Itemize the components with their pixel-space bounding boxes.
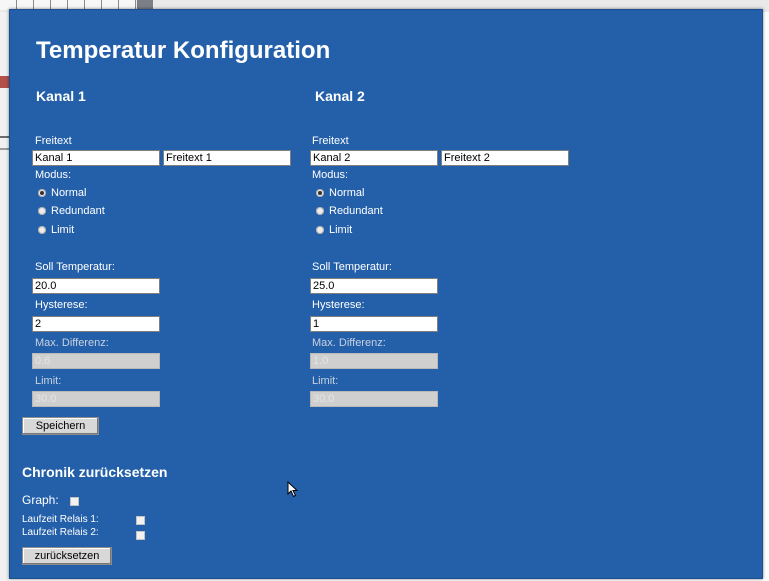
mode-label: Normal: [51, 187, 87, 199]
channel-1-modus-label: Modus:: [35, 169, 72, 181]
channel-2-limit-input: [310, 391, 438, 407]
channel-1-mode-normal-radio[interactable]: Normal: [38, 187, 86, 199]
radio-checked-icon: [38, 189, 46, 197]
channel-2-modus-label: Modus:: [312, 169, 349, 181]
channel-2-heading: Kanal 2: [315, 88, 365, 104]
radio-icon: [38, 226, 46, 234]
channel-2-soll-label: Soll Temperatur:: [312, 261, 392, 273]
channel-2-name-input[interactable]: [310, 150, 438, 166]
mode-label: Normal: [329, 187, 365, 199]
background-line: [0, 136, 9, 138]
channel-2-limit-label: Limit:: [312, 375, 339, 387]
channel-2-freitext-input[interactable]: [441, 150, 569, 166]
radio-checked-icon: [316, 189, 324, 197]
channel-2-maxdiff-label: Max. Differenz:: [312, 337, 386, 349]
radio-icon: [38, 207, 46, 215]
mouse-cursor-icon: [287, 481, 299, 498]
chronik-heading: Chronik zurücksetzen: [22, 464, 168, 480]
channel-1-maxdiff-input: [32, 353, 160, 369]
channel-2-freitext-label: Freitext: [312, 135, 349, 147]
relais-1-checkbox[interactable]: [136, 516, 145, 525]
channel-1-hysterese-label: Hysterese:: [35, 299, 88, 311]
channel-2-mode-redundant-radio[interactable]: Redundant: [316, 205, 383, 217]
reset-button[interactable]: zurücksetzen: [22, 547, 112, 565]
channel-2-maxdiff-input: [310, 353, 438, 369]
channel-2-hysterese-label: Hysterese:: [312, 299, 365, 311]
channel-1-heading: Kanal 1: [36, 88, 86, 104]
channel-1-freitext-input[interactable]: [163, 150, 291, 166]
background-left-edge: [0, 12, 9, 581]
mode-label: Limit: [51, 224, 75, 236]
radio-icon: [316, 207, 324, 215]
graph-label: Graph:: [22, 493, 59, 507]
channel-1-mode-redundant-radio[interactable]: Redundant: [38, 205, 105, 217]
channel-1-soll-label: Soll Temperatur:: [35, 261, 115, 273]
channel-1-limit-label: Limit:: [35, 375, 62, 387]
channel-1-hysterese-input[interactable]: [32, 316, 160, 332]
channel-1-mode-limit-radio[interactable]: Limit: [38, 224, 74, 236]
mode-label: Redundant: [329, 205, 383, 217]
relais-2-label: Laufzeit Relais 2:: [22, 527, 99, 538]
channel-1-name-input[interactable]: [32, 150, 160, 166]
channel-2-mode-normal-radio[interactable]: Normal: [316, 187, 364, 199]
background-line: [0, 148, 9, 150]
channel-2-mode-limit-radio[interactable]: Limit: [316, 224, 352, 236]
save-button[interactable]: Speichern: [22, 417, 99, 435]
channel-2-hysterese-input[interactable]: [310, 316, 438, 332]
channel-1-soll-input[interactable]: [32, 278, 160, 294]
channel-2-soll-input[interactable]: [310, 278, 438, 294]
mode-label: Limit: [329, 224, 353, 236]
channel-1-freitext-label: Freitext: [35, 135, 72, 147]
background-red-mark: [0, 76, 9, 88]
radio-icon: [316, 226, 324, 234]
page-title: Temperatur Konfiguration: [36, 37, 331, 64]
config-panel: Temperatur Konfiguration Kanal 1 Freitex…: [9, 9, 763, 579]
graph-checkbox[interactable]: [70, 497, 79, 506]
mode-label: Redundant: [51, 205, 105, 217]
relais-2-checkbox[interactable]: [136, 531, 145, 540]
relais-1-label: Laufzeit Relais 1:: [22, 514, 99, 525]
channel-1-limit-input: [32, 391, 160, 407]
channel-1-maxdiff-label: Max. Differenz:: [35, 337, 109, 349]
